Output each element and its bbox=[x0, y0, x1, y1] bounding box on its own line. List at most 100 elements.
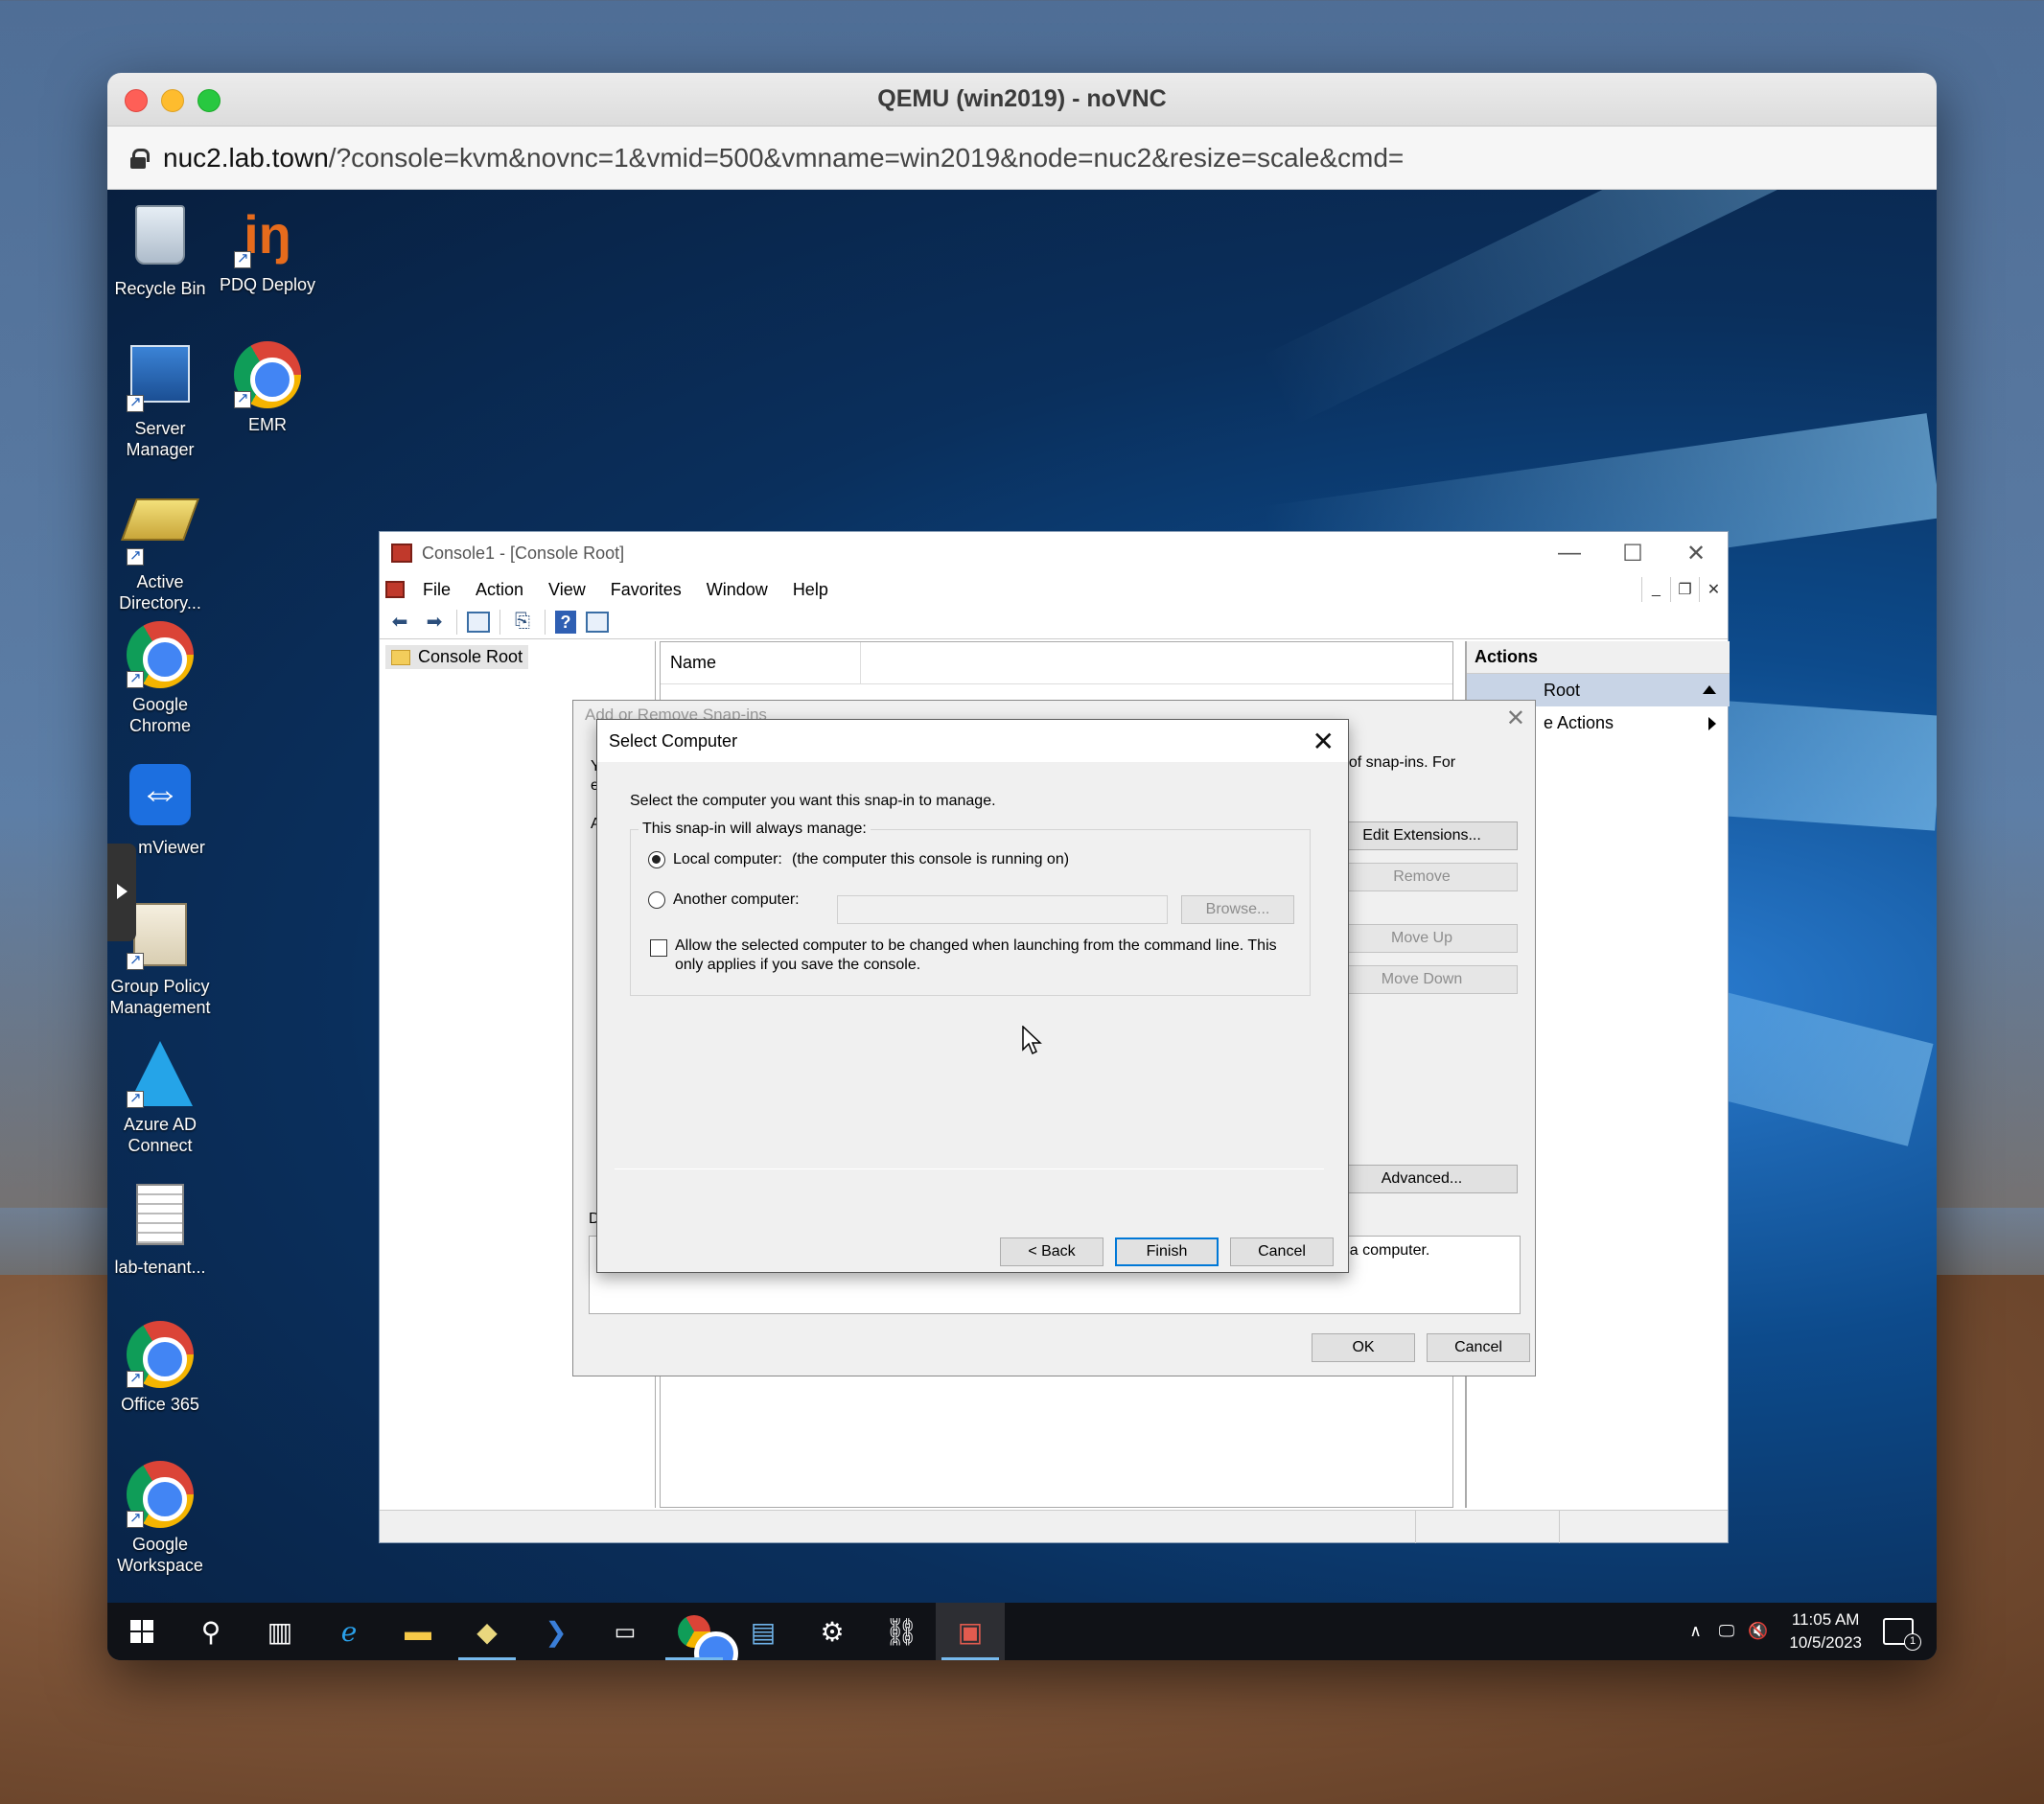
toolbar-separator bbox=[499, 609, 500, 635]
desktop-icon-recycle-bin[interactable]: Recycle Bin bbox=[107, 201, 213, 299]
shortcut-arrow-icon bbox=[127, 1088, 144, 1109]
close-icon[interactable]: ✕ bbox=[1312, 726, 1335, 757]
start-button[interactable] bbox=[107, 1603, 176, 1660]
shortcut-arrow-icon bbox=[127, 392, 144, 413]
internet-explorer-icon[interactable]: ℯ bbox=[314, 1603, 383, 1660]
address-bar[interactable]: nuc2.lab.town/?console=kvm&novnc=1&vmid=… bbox=[107, 127, 1937, 190]
menu-help[interactable]: Help bbox=[780, 580, 841, 600]
mmc-icon[interactable]: ▣ bbox=[936, 1603, 1005, 1660]
status-divider bbox=[1559, 1511, 1560, 1543]
advanced-button[interactable]: Advanced... bbox=[1326, 1165, 1518, 1193]
url-text[interactable]: nuc2.lab.town/?console=kvm&novnc=1&vmid=… bbox=[163, 143, 1404, 173]
menu-window[interactable]: Window bbox=[694, 580, 780, 600]
another-computer-label[interactable]: Another computer: bbox=[673, 891, 800, 909]
close-icon[interactable]: ✕ bbox=[1664, 532, 1728, 574]
wallpaper-ray bbox=[1260, 190, 1897, 426]
mmc-icon bbox=[391, 544, 412, 563]
menu-view[interactable]: View bbox=[536, 580, 598, 600]
local-computer-label[interactable]: Local computer: bbox=[673, 851, 782, 868]
teamviewer-icon: ⇔ bbox=[129, 764, 191, 825]
snapins-cancel-button[interactable]: Cancel bbox=[1427, 1333, 1530, 1362]
command-prompt-icon[interactable]: ▭ bbox=[591, 1603, 660, 1660]
show-hide-action-pane-icon[interactable] bbox=[586, 611, 609, 633]
local-computer-radio[interactable] bbox=[648, 851, 665, 868]
cancel-button[interactable]: Cancel bbox=[1230, 1237, 1334, 1266]
show-hide-console-tree-icon[interactable] bbox=[467, 611, 490, 633]
finish-button[interactable]: Finish bbox=[1115, 1237, 1219, 1266]
mdi-minimize-icon[interactable]: _ bbox=[1641, 577, 1670, 602]
desktop-icon-label: Office 365 bbox=[121, 1395, 199, 1414]
desktop-icon-server-manager[interactable]: Server Manager bbox=[107, 341, 213, 460]
chevron-up-icon[interactable]: ∧ bbox=[1689, 1622, 1701, 1641]
another-computer-radio[interactable] bbox=[648, 891, 665, 909]
remove-button[interactable]: Remove bbox=[1326, 863, 1518, 891]
menu-file[interactable]: File bbox=[410, 580, 463, 600]
windows-desktop: Recycle Bin iŋ PDQ Deploy Server Manager… bbox=[107, 190, 1937, 1660]
active-directory-icon[interactable]: ◆ bbox=[453, 1603, 522, 1660]
zoom-window-button[interactable] bbox=[197, 89, 221, 112]
forward-arrow-icon[interactable]: ➡ bbox=[422, 610, 447, 635]
help-icon[interactable]: ? bbox=[555, 610, 576, 634]
close-icon[interactable]: ✕ bbox=[1506, 705, 1525, 732]
back-arrow-icon[interactable]: ⬅ bbox=[387, 610, 412, 635]
server-icon[interactable]: ▤ bbox=[729, 1603, 798, 1660]
mdi-close-icon[interactable]: ✕ bbox=[1699, 577, 1728, 602]
shortcut-arrow-icon bbox=[234, 388, 251, 409]
actions-header: Actions bbox=[1467, 641, 1730, 674]
column-divider[interactable] bbox=[860, 641, 862, 684]
network-icon[interactable]: ⛓ bbox=[867, 1603, 936, 1660]
novnc-sidebar-handle[interactable] bbox=[107, 844, 136, 941]
another-computer-input[interactable] bbox=[837, 895, 1168, 924]
mdi-restore-icon[interactable]: ❐ bbox=[1670, 577, 1699, 602]
tree-item-console-root[interactable]: Console Root bbox=[385, 645, 529, 669]
minimize-window-button[interactable] bbox=[161, 89, 184, 112]
network-status-icon[interactable]: 🖵 bbox=[1719, 1622, 1734, 1641]
close-window-button[interactable] bbox=[125, 89, 148, 112]
file-explorer-icon[interactable]: ▬ bbox=[383, 1603, 453, 1660]
edit-extensions-button[interactable]: Edit Extensions... bbox=[1326, 821, 1518, 850]
desktop-icon-pdq-deploy[interactable]: iŋ PDQ Deploy bbox=[215, 201, 320, 295]
mmc-statusbar bbox=[380, 1510, 1728, 1543]
notification-center-icon[interactable] bbox=[1883, 1618, 1921, 1651]
powershell-icon[interactable]: ❯ bbox=[522, 1603, 591, 1660]
actions-item-label: e Actions bbox=[1544, 712, 1614, 732]
maximize-icon[interactable]: ☐ bbox=[1601, 532, 1664, 574]
group-label: This snap-in will always manage: bbox=[639, 821, 871, 838]
mmc-doc-icon[interactable] bbox=[385, 581, 405, 598]
text-document-icon bbox=[136, 1184, 184, 1245]
desktop-icon-lab-tenant[interactable]: lab-tenant... bbox=[107, 1181, 213, 1278]
menu-favorites[interactable]: Favorites bbox=[598, 580, 694, 600]
url-path: /?console=kvm&novnc=1&vmid=500&vmname=wi… bbox=[328, 142, 1405, 173]
shortcut-arrow-icon bbox=[127, 545, 144, 567]
desktop-icon-azure-ad-connect[interactable]: Azure AD Connect bbox=[107, 1041, 213, 1156]
desktop-icon-emr[interactable]: EMR bbox=[215, 341, 320, 435]
chrome-taskbar-button[interactable] bbox=[660, 1603, 738, 1660]
menu-action[interactable]: Action bbox=[463, 580, 536, 600]
clock-time: 11:05 AM bbox=[1791, 1610, 1860, 1629]
url-host: nuc2.lab.town bbox=[163, 142, 329, 173]
volume-muted-icon[interactable]: 🔇 bbox=[1748, 1622, 1768, 1641]
minimize-icon[interactable]: — bbox=[1538, 532, 1601, 574]
allow-change-checkbox[interactable] bbox=[650, 939, 667, 957]
desktop-icon-google-chrome[interactable]: Google Chrome bbox=[107, 621, 213, 736]
desktop-icon-label: Azure AD Connect bbox=[123, 1115, 197, 1155]
allow-change-label-line1[interactable]: Allow the selected computer to be change… bbox=[675, 937, 1277, 955]
clock[interactable]: 11:05 AM 10/5/2023 bbox=[1789, 1608, 1862, 1654]
dialog-separator bbox=[615, 1168, 1324, 1169]
export-list-icon[interactable]: ⎘ bbox=[510, 610, 535, 635]
column-header-name[interactable]: Name bbox=[661, 641, 1452, 684]
browse-button[interactable]: Browse... bbox=[1181, 895, 1294, 924]
manage-group: This snap-in will always manage: Local c… bbox=[630, 821, 1311, 996]
ok-button[interactable]: OK bbox=[1312, 1333, 1415, 1362]
desktop-icon-google-workspace[interactable]: Google Workspace bbox=[107, 1461, 213, 1576]
back-button[interactable]: < Back bbox=[1000, 1237, 1103, 1266]
move-up-button[interactable]: Move Up bbox=[1326, 924, 1518, 953]
search-icon[interactable]: ⚲ bbox=[176, 1603, 245, 1660]
select-computer-titlebar: Select Computer bbox=[597, 720, 1348, 762]
desktop-icon-office-365[interactable]: Office 365 bbox=[107, 1321, 213, 1415]
task-view-icon[interactable]: ▥ bbox=[245, 1603, 314, 1660]
move-down-button[interactable]: Move Down bbox=[1326, 965, 1518, 994]
windows-taskbar: ⚲ ▥ ℯ ▬ ◆ ❯ ▭ ▤ ⚙ ⛓ ▣ ∧ 🖵 🔇 11:05 AM 10/… bbox=[107, 1603, 1937, 1660]
desktop-icon-active-directory[interactable]: Active Directory... bbox=[107, 481, 213, 613]
settings-icon[interactable]: ⚙ bbox=[798, 1603, 867, 1660]
